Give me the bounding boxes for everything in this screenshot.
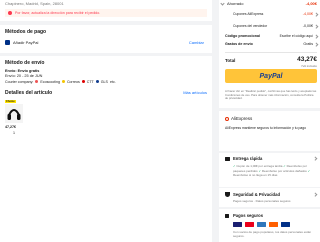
payment-section: Métodos de pago Añadir PayPal Cambiar: [0, 25, 212, 53]
address-section: Chapinero, Madrid, Spain, 28001 Por favo…: [0, 0, 212, 21]
aliexpress-text: AliExpress mantiene seguros tu informaci…: [225, 126, 307, 130]
promo-code-label: Código promocional: [225, 34, 260, 38]
ahorrado-label: Ahorrado: [227, 1, 244, 6]
card-icon: [257, 222, 266, 227]
address-line: Chapinero, Madrid, Spain, 28001: [5, 1, 64, 6]
chevron-down-icon: [220, 1, 225, 6]
courier-item: Correos: [66, 79, 80, 84]
courier-logo-icon: [35, 80, 39, 83]
chevron-right-icon: [313, 12, 318, 17]
coupon-seller-value: -0,00€: [302, 24, 313, 28]
legal-text: Al hacer clic en "Realizar pedido", conf…: [225, 89, 317, 101]
fast-delivery-line: Reembolso por artículos dañados: [261, 168, 307, 173]
courier-item: CTT: [86, 79, 94, 84]
total-value: 43,27€: [297, 56, 317, 63]
product-price: 47,27€: [5, 125, 16, 129]
chevron-right-icon[interactable]: [312, 192, 317, 197]
order-summary: Ahorrado -4,00€ Cupones AliExpress -4,00…: [219, 0, 320, 108]
payment-title: Métodos de pago: [5, 29, 47, 35]
card-icon: [281, 222, 290, 227]
product-image: [5, 104, 23, 123]
paypal-icon: [5, 40, 10, 45]
card-icon: [245, 222, 254, 227]
aliexpress-trust-card: AliExpress AliExpress mantiene seguros t…: [219, 111, 320, 151]
shipping-title: Método de envío: [5, 60, 45, 66]
summary-divider: [225, 52, 317, 53]
change-payment-link[interactable]: Cambiar: [189, 40, 204, 45]
promo-code-input[interactable]: Escribe el código aquí: [280, 34, 313, 38]
coupon-aliexpress-label: Cupones AliExpress: [233, 12, 264, 16]
fast-delivery-card: Entrega rápida ✓ Cupón de 1,00€ por entr…: [219, 153, 320, 187]
chevron-right-icon[interactable]: [312, 156, 317, 161]
chevron-right-icon: [313, 34, 318, 39]
more-items-link[interactable]: Más artículos: [183, 90, 207, 95]
payment-logos: [233, 222, 290, 227]
paypal-method-row[interactable]: Añadir PayPal Cambiar: [5, 39, 207, 47]
address-notice-text: Por favor, actualiza la dirección para r…: [15, 11, 101, 15]
shipping-section: Método de envío Envío: Envío gratis Enví…: [0, 56, 212, 88]
courier-row: Courier company: Ecoscooting Correos CTT…: [5, 79, 116, 84]
courier-item: etc.: [109, 79, 116, 84]
items-title: Detalles del artículo: [5, 90, 53, 96]
fast-delivery-line: Cupón de 1,00€ por entrega tardía: [236, 164, 283, 168]
warning-icon: [8, 11, 12, 15]
courier-logo-icon: [95, 80, 99, 83]
security-title: Seguridad & Privacidad: [233, 192, 281, 197]
paypal-method-label: Añadir PayPal: [13, 40, 39, 45]
shipping-option: Envío: Envío gratis: [5, 69, 40, 73]
tax-note: IVA incluido: [301, 64, 317, 68]
secure-payments-card: Pagos seguros Con socios de pago popular…: [219, 209, 320, 242]
shipping-eta: Envío: 20 - 25 de JUN: [5, 74, 43, 78]
chevron-right-icon: [313, 24, 318, 29]
aliexpress-logo-icon: [225, 117, 229, 121]
aliexpress-title: AliExpress: [231, 116, 253, 121]
shield-icon: [225, 192, 230, 197]
shipping-cost-value: Gratis: [303, 42, 313, 46]
courier-label: Courier company:: [5, 79, 34, 84]
courier-item: Ecoscooting: [40, 79, 60, 84]
product-card[interactable]: Choice 47,27€ 1: [5, 100, 23, 138]
security-text: Pagos seguros · Datos personales seguros: [233, 199, 291, 203]
courier-logo-icon: [61, 80, 65, 83]
paypal-button[interactable]: PayPal: [225, 69, 317, 83]
truck-icon: [225, 157, 230, 161]
coupon-aliexpress-value: -4,00€: [302, 12, 313, 16]
fast-delivery-title: Entrega rápida: [233, 156, 263, 161]
fast-delivery-line: Reembolso si no llega en 15 días: [233, 173, 278, 178]
secure-payments-text: Con socios de pago populares, tus datos …: [233, 230, 312, 238]
ahorrado-value: -4,00€: [305, 1, 317, 6]
choice-badge: Choice: [5, 100, 16, 103]
coupon-seller-label: Cupones del vendedor: [233, 24, 268, 28]
check-icon: ✓: [307, 168, 311, 173]
card-icon: [233, 222, 242, 227]
courier-logo-icon: [81, 80, 85, 83]
chevron-right-icon: [313, 42, 318, 47]
total-label: Total: [225, 58, 236, 63]
items-section: Detalles del artículo Más artículos Choi…: [0, 87, 212, 242]
shipping-cost-label: Gastos de envío: [225, 42, 253, 46]
product-quantity: 1: [13, 131, 15, 135]
fast-delivery-lines: ✓ Cupón de 1,00€ por entrega tardía ✓ Re…: [233, 164, 317, 178]
security-card: Seguridad & Privacidad Pagos seguros · D…: [219, 188, 320, 207]
secure-payments-title: Pagos seguros: [233, 213, 264, 218]
card-icon: [269, 222, 278, 227]
address-notice: Por favor, actualiza la dirección para r…: [5, 9, 207, 17]
paypal-button-label: PayPal: [259, 72, 283, 80]
courier-item: GLS: [100, 79, 108, 84]
lock-icon: [225, 214, 229, 218]
